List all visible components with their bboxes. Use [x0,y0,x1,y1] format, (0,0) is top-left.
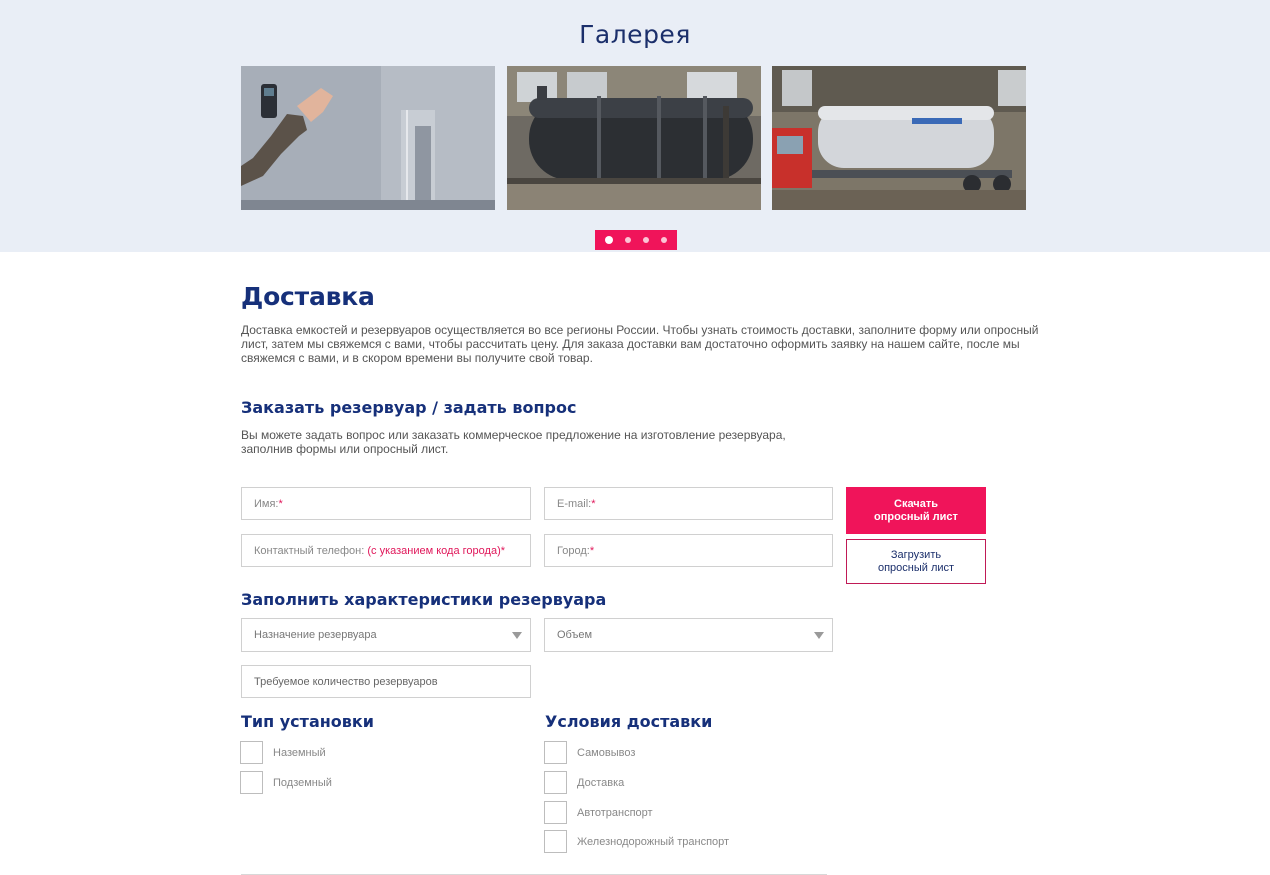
quantity-placeholder: Требуемое количество резервуаров [254,675,438,688]
checkbox-rail-transport[interactable]: Железнодорожный транспорт [544,830,729,853]
photo-white-tank-on-trailer [772,66,1026,210]
name-placeholder: Имя: [254,497,279,510]
checkbox-label: Подземный [273,776,332,789]
checkbox-ground[interactable]: Наземный [240,741,326,764]
upload-button-label: Загрузить опросный лист [877,548,955,574]
gallery-pagination [595,230,677,250]
characteristics-title: Заполнить характеристики резервуара [241,590,607,609]
checkbox-label: Доставка [577,776,625,789]
download-questionnaire-button[interactable]: Скачать опросный лист [846,487,986,534]
phone-field[interactable]: Контактный телефон: (с указанием кода го… [241,534,531,567]
order-text: Вы можете задать вопрос или заказать ком… [241,428,786,456]
name-field[interactable]: Имя: * [241,487,531,520]
purpose-select-value: Назначение резервуара [254,629,377,641]
required-mark: * [589,544,595,557]
order-title: Заказать резервуар / задать вопрос [241,398,577,417]
checkbox-delivery[interactable]: Доставка [544,771,624,794]
checkbox-pickup[interactable]: Самовывоз [544,741,635,764]
checkbox-box[interactable] [544,830,567,853]
phone-hint: (с указанием кода города) [367,544,501,557]
checkbox-underground[interactable]: Подземный [240,771,332,794]
gallery-photo-2[interactable] [507,66,761,210]
checkbox-label: Самовывоз [577,746,636,759]
gallery-photo-3[interactable] [772,66,1026,210]
phone-placeholder: Контактный телефон: [254,544,365,557]
pagination-dot-4[interactable] [661,237,667,243]
photo-wall-thickness-test [241,66,495,210]
checkbox-label: Наземный [273,746,326,759]
delivery-conditions-title: Условия доставки [545,712,713,731]
pagination-dot-3[interactable] [643,237,649,243]
checkbox-box[interactable] [544,741,567,764]
checkbox-label: Железнодорожный транспорт [577,835,730,848]
checkbox-road-transport[interactable]: Автотранспорт [544,801,653,824]
checkbox-label: Автотранспорт [577,806,653,819]
pagination-dot-2[interactable] [625,237,631,243]
tank-quantity-field[interactable]: Требуемое количество резервуаров [241,665,531,698]
gallery-photo-1[interactable] [241,66,495,210]
required-mark: * [500,544,506,557]
download-button-label: Скачать опросный лист [874,497,958,523]
chevron-down-icon [512,632,522,639]
email-placeholder: E-mail: [557,497,592,510]
tank-volume-select[interactable]: Объем [544,618,833,652]
city-placeholder: Город: [557,544,590,557]
delivery-title: Доставка [241,282,375,311]
required-mark: * [591,497,596,510]
checkbox-box[interactable] [240,771,263,794]
gallery-title: Галерея [579,20,691,49]
volume-select-value: Объем [557,629,593,641]
upload-questionnaire-button[interactable]: Загрузить опросный лист [846,539,986,584]
checkbox-box[interactable] [544,771,567,794]
checkbox-box[interactable] [240,741,263,764]
email-field[interactable]: E-mail: * [544,487,833,520]
pagination-dot-1[interactable] [605,236,613,244]
checkbox-box[interactable] [544,801,567,824]
install-type-title: Тип установки [241,712,374,731]
required-mark: * [278,497,283,510]
city-field[interactable]: Город: * [544,534,833,567]
photo-black-tank-workshop [507,66,761,210]
delivery-text: Доставка емкостей и резервуаров осуществ… [241,323,1039,365]
tank-purpose-select[interactable]: Назначение резервуара [241,618,531,652]
chevron-down-icon [814,632,824,639]
